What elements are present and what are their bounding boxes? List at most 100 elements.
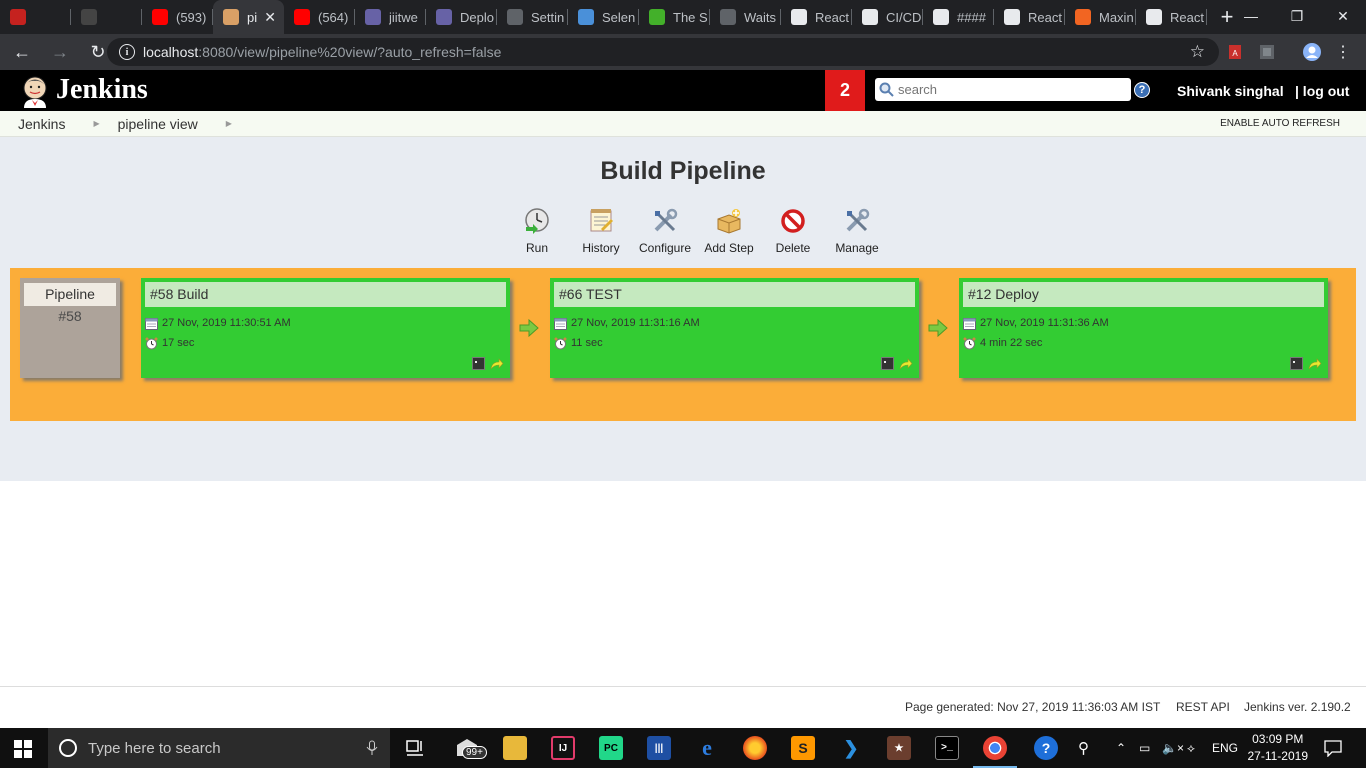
- stage-card-deploy[interactable]: #12 Deploy 27 Nov, 2019 11:31:36 AM 4 mi…: [959, 278, 1328, 378]
- help-app-icon[interactable]: ?: [1034, 736, 1058, 760]
- rerun-arrow-icon[interactable]: [899, 357, 913, 371]
- extension-icon[interactable]: [1257, 42, 1277, 62]
- stage-card-test[interactable]: #66 TEST 27 Nov, 2019 11:31:16 AM 11 sec: [550, 278, 919, 378]
- pipeline-revision-card[interactable]: Pipeline #58: [20, 278, 120, 378]
- console-output-icon[interactable]: [1290, 357, 1303, 370]
- file-explorer-icon[interactable]: [503, 736, 527, 760]
- language-indicator[interactable]: ENG: [1212, 728, 1238, 768]
- rerun-arrow-icon[interactable]: [490, 357, 504, 371]
- jenkins-title[interactable]: Jenkins: [56, 74, 148, 106]
- browser-tab[interactable]: Deplo: [426, 0, 497, 34]
- stage-date: 27 Nov, 2019 11:31:36 AM: [980, 317, 1109, 329]
- browser-tab[interactable]: Waits: [710, 0, 781, 34]
- stage-title[interactable]: #58 Build: [145, 282, 506, 307]
- app-icon[interactable]: |||: [647, 736, 671, 760]
- user-name-link[interactable]: Shivank singhal: [1177, 83, 1284, 99]
- browser-tab[interactable]: jiitwe: [355, 0, 426, 34]
- browser-tab[interactable]: Settin: [497, 0, 568, 34]
- stage-duration-row: 17 sec: [145, 333, 510, 353]
- battery-icon[interactable]: ▭: [1139, 728, 1150, 768]
- vscode-icon[interactable]: ❯: [839, 736, 863, 760]
- run-label: Run: [525, 241, 548, 255]
- network-icon[interactable]: ⟡: [1187, 728, 1195, 768]
- stage-card-build[interactable]: #58 Build 27 Nov, 2019 11:30:51 AM 17 se…: [141, 278, 510, 378]
- stage-date: 27 Nov, 2019 11:30:51 AM: [162, 317, 291, 329]
- calendar-icon: [145, 317, 158, 330]
- show-hidden-icons-icon[interactable]: ⌃: [1116, 728, 1126, 768]
- stage-title[interactable]: #12 Deploy: [963, 282, 1324, 307]
- jenkins-icon: [223, 9, 239, 25]
- browser-tab[interactable]: The S: [639, 0, 710, 34]
- forward-button[interactable]: →: [44, 36, 76, 68]
- firefox-icon[interactable]: [743, 736, 767, 760]
- jenkins-version-link[interactable]: Jenkins ver. 2.190.2: [1244, 700, 1351, 714]
- add-step-action[interactable]: Add Step: [697, 207, 761, 255]
- breadcrumb-pipeline-view[interactable]: pipeline view: [118, 116, 198, 132]
- bookmark-star-icon[interactable]: ☆: [1190, 42, 1205, 62]
- pycharm-icon[interactable]: PC: [599, 736, 623, 760]
- sublime-text-icon[interactable]: S: [791, 736, 815, 760]
- terminal-icon[interactable]: >_: [935, 736, 959, 760]
- close-window-button[interactable]: ✕: [1320, 0, 1366, 32]
- browser-tab[interactable]: [0, 0, 71, 34]
- browser-tab[interactable]: Selen: [568, 0, 639, 34]
- rerun-arrow-icon[interactable]: [1308, 357, 1322, 371]
- breadcrumb-separator-icon: ▶: [93, 119, 100, 128]
- configure-action[interactable]: Configure: [633, 207, 697, 255]
- browser-tab[interactable]: React: [1136, 0, 1207, 34]
- address-bar[interactable]: i localhost:8080/view/pipeline%20view/?a…: [107, 38, 1219, 66]
- windows-start-icon[interactable]: [14, 740, 32, 758]
- search-input[interactable]: [898, 82, 1118, 97]
- run-clock-icon: [525, 208, 549, 234]
- console-output-icon[interactable]: [472, 357, 485, 370]
- microphone-icon[interactable]: [366, 740, 378, 756]
- jenkins-butler-logo[interactable]: [18, 74, 52, 108]
- edge-icon[interactable]: e: [695, 735, 719, 760]
- history-action[interactable]: History: [569, 207, 633, 255]
- help-icon[interactable]: ?: [1134, 82, 1150, 98]
- browser-tab[interactable]: CI/CD: [852, 0, 923, 34]
- manage-action[interactable]: Manage: [825, 207, 889, 255]
- stage-title[interactable]: #66 TEST: [554, 282, 915, 307]
- browser-menu-icon[interactable]: ⋮: [1333, 42, 1353, 62]
- logout-link[interactable]: | log out: [1295, 83, 1349, 99]
- rest-api-link[interactable]: REST API: [1176, 700, 1230, 714]
- chrome-icon[interactable]: [983, 736, 1007, 760]
- browser-tab[interactable]: pi ✕: [213, 0, 284, 34]
- profile-avatar-icon[interactable]: [1302, 42, 1322, 62]
- delete-action[interactable]: Delete: [761, 207, 825, 255]
- notification-badge[interactable]: 2: [825, 70, 865, 111]
- volume-muted-icon[interactable]: 🔈×: [1162, 728, 1184, 768]
- breadcrumb-jenkins[interactable]: Jenkins: [18, 116, 65, 132]
- browser-tab[interactable]: (593): [142, 0, 213, 34]
- browser-tab[interactable]: ####: [923, 0, 994, 34]
- console-output-icon[interactable]: [881, 357, 894, 370]
- action-center-icon[interactable]: [1324, 739, 1342, 757]
- system-clock[interactable]: 03:09 PM 27-11-2019: [1248, 731, 1309, 765]
- browser-tab-label: (593): [176, 9, 207, 25]
- close-tab-icon[interactable]: ✕: [264, 9, 276, 26]
- taskbar-search-box[interactable]: Type here to search: [48, 728, 390, 768]
- people-icon[interactable]: ⚲: [1078, 728, 1089, 768]
- browser-tab-label: React: [1170, 9, 1204, 25]
- browser-tab[interactable]: React: [994, 0, 1065, 34]
- gmail-icon: [10, 9, 26, 25]
- browser-tab[interactable]: (564): [284, 0, 355, 34]
- game-app-icon[interactable]: ★: [887, 736, 911, 760]
- pdf-extension-icon[interactable]: A: [1225, 42, 1245, 62]
- task-view-icon[interactable]: [404, 736, 428, 760]
- run-action[interactable]: Run: [505, 207, 569, 255]
- browser-tab[interactable]: [71, 0, 142, 34]
- stage-date-row: 27 Nov, 2019 11:30:51 AM: [145, 313, 510, 333]
- clock-date: 27-11-2019: [1247, 749, 1309, 763]
- site-info-icon[interactable]: i: [119, 44, 135, 60]
- enable-auto-refresh-link[interactable]: ENABLE AUTO REFRESH: [1220, 118, 1340, 129]
- intellij-icon[interactable]: IJ: [551, 736, 575, 760]
- browser-tab[interactable]: Maxin: [1065, 0, 1136, 34]
- minimize-button[interactable]: —: [1228, 0, 1274, 32]
- pipeline-label: Pipeline: [24, 283, 116, 306]
- browser-tab[interactable]: React: [781, 0, 852, 34]
- back-button[interactable]: ←: [6, 36, 38, 68]
- search-box[interactable]: [875, 78, 1131, 101]
- restore-button[interactable]: ❐: [1274, 0, 1320, 32]
